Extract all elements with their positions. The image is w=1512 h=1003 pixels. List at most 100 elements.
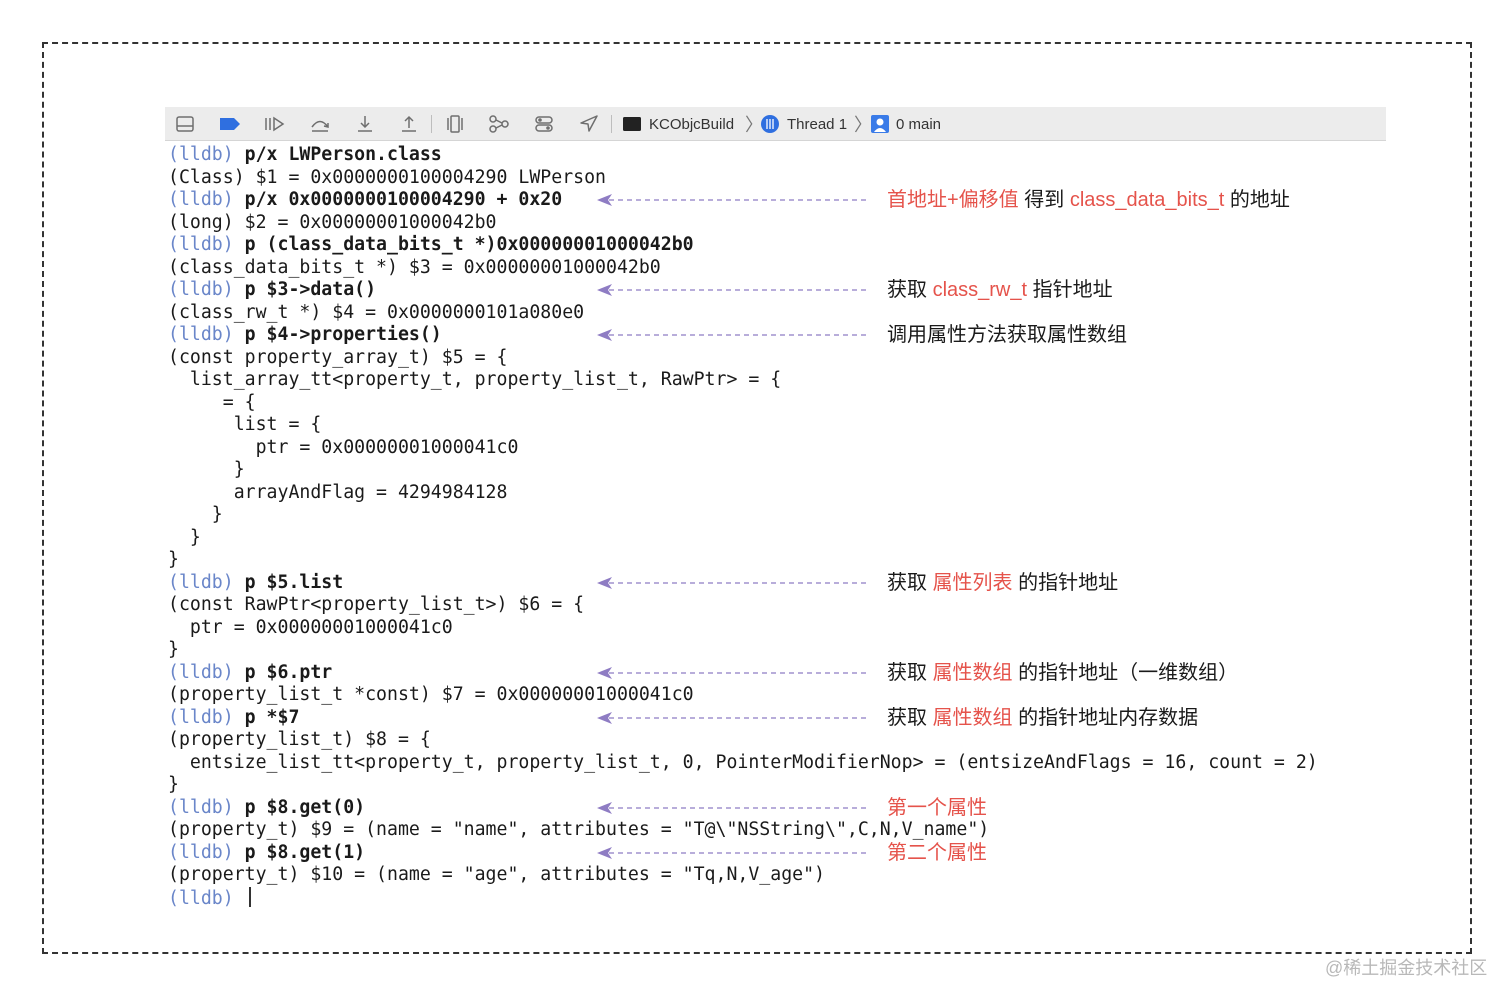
breadcrumb-frame[interactable]: 0 main (896, 107, 941, 141)
lldb-command: p $8.get(1) (244, 841, 366, 863)
annotation-highlight: class_rw_t (932, 279, 1028, 302)
annotation-highlight: 属性数组 (932, 706, 1013, 729)
lldb-output: (class_rw_t *) $4 = 0x0000000101a080e0 (168, 301, 585, 323)
lldb-prompt: (lldb) (168, 841, 234, 863)
lldb-output: ptr = 0x00000001000041c0 (168, 616, 453, 638)
hide-debug-area-icon[interactable] (174, 113, 196, 135)
annotation-arrow (597, 666, 869, 679)
annotation-arrow (597, 576, 869, 589)
lldb-output: (class_data_bits_t *) $3 = 0x00000001000… (168, 256, 661, 278)
lldb-output: (property_list_t *const) $7 = 0x00000001… (168, 684, 694, 705)
thread-icon (759, 113, 781, 135)
console-command-line: (lldb) p/x LWPerson.class (168, 144, 442, 166)
memory-graph-icon[interactable] (488, 113, 510, 135)
lldb-output: arrayAndFlag = 4294984128 (168, 481, 508, 503)
console-output-line: = { (168, 392, 256, 414)
console-output-line: (const RawPtr<property_list_t>) $6 = { (168, 594, 584, 616)
lldb-output: = { (168, 391, 256, 413)
console-command-line: (lldb) p $4->properties() (168, 324, 442, 346)
environment-overrides-icon[interactable] (533, 113, 555, 135)
console-command-line: (lldb) p *$7 (168, 707, 299, 729)
console-command-line: (lldb) p (class_data_bits_t *)0x00000001… (168, 234, 694, 256)
lldb-prompt: (lldb) (168, 234, 234, 255)
console-command-line: (lldb) p $5.list (168, 572, 343, 594)
annotation-highlight: 属性列表 (932, 571, 1013, 594)
annotation-text: 指针地址 (1027, 279, 1113, 302)
console-output-line: (Class) $1 = 0x0000000100004290 LWPerson (168, 167, 606, 189)
breakpoints-toggle-icon[interactable] (219, 113, 241, 135)
lldb-output: ptr = 0x00000001000041c0 (168, 436, 519, 458)
stack-frame-icon (869, 113, 891, 135)
lldb-output: (Class) $1 = 0x0000000100004290 LWPerson (168, 166, 606, 188)
text-cursor (248, 886, 251, 907)
console-output-line: } (168, 527, 201, 549)
console-output-line: (class_data_bits_t *) $3 = 0x00000001000… (168, 257, 661, 279)
console-output-line: } (168, 549, 179, 571)
lldb-output: (property_t) $10 = (name = "age", attrib… (168, 864, 825, 885)
breadcrumb-project[interactable]: KCObjcBuild (649, 107, 734, 141)
annotation-text: 的地址 (1224, 189, 1290, 212)
lldb-output: (property_t) $9 = (name = "name", attrib… (168, 819, 990, 840)
lldb-output: (long) $2 = 0x00000001000042b0 (168, 211, 497, 233)
watermark: @稀土掘金技术社区 (1325, 958, 1488, 978)
step-out-icon[interactable] (398, 113, 420, 135)
view-debugger-icon[interactable] (444, 113, 466, 135)
annotation-highlight: 首地址+偏移值 (887, 189, 1019, 212)
annotation-text: 获取 (887, 706, 933, 729)
annotation-note: 第一个属性 (887, 795, 987, 821)
lldb-output: } (168, 526, 201, 548)
annotation-arrow (597, 801, 869, 814)
lldb-prompt: (lldb) (168, 144, 234, 165)
toolbar-separator (431, 115, 432, 133)
annotation-note: 首地址+偏移值 得到 class_data_bits_t 的地址 (887, 187, 1290, 213)
console-output-line: } (168, 639, 179, 661)
lldb-output: entsize_list_tt<property_t, property_lis… (168, 751, 1318, 773)
annotation-highlight: 第二个属性 (887, 841, 987, 864)
lldb-output: list = { (168, 414, 322, 435)
annotation-note: 调用属性方法获取属性数组 (887, 322, 1127, 348)
lldb-output: (const RawPtr<property_list_t>) $6 = { (168, 594, 585, 615)
annotation-note: 获取 属性列表 的指针地址 (887, 570, 1118, 596)
continue-icon[interactable] (263, 113, 285, 135)
annotation-text: 得到 (1018, 189, 1070, 212)
console-output-line: ptr = 0x00000001000041c0 (168, 436, 519, 459)
lldb-output: (const property_array_t) $5 = { (168, 346, 508, 368)
annotation-arrow (597, 194, 869, 207)
lldb-command: p $5.list (244, 571, 344, 593)
console-output-line: (class_rw_t *) $4 = 0x0000000101a080e0 (168, 302, 584, 324)
annotation-highlight: class_data_bits_t (1069, 189, 1225, 212)
lldb-output: } (168, 459, 245, 480)
annotation-arrow (597, 284, 869, 297)
breadcrumb-thread[interactable]: Thread 1 (787, 107, 847, 141)
console-output-line: list = { (168, 414, 322, 436)
annotation-note: 获取 属性数组 的指针地址（一维数组） (887, 660, 1238, 686)
lldb-prompt: (lldb) (168, 887, 234, 909)
step-into-icon[interactable] (354, 113, 376, 135)
console-output-line: (const property_array_t) $5 = { (168, 347, 507, 369)
console-output-line: ptr = 0x00000001000041c0 (168, 617, 453, 639)
annotation-note: 获取 属性数组 的指针地址内存数据 (887, 705, 1198, 731)
lldb-command: p (class_data_bits_t *)0x00000001000042b… (244, 234, 694, 255)
console-output-line: (property_t) $9 = (name = "name", attrib… (168, 819, 989, 841)
console-output-line: (property_list_t *const) $7 = 0x00000001… (168, 684, 694, 706)
console-output-line: } (168, 774, 179, 796)
lldb-prompt: (lldb) (168, 661, 234, 683)
console-output-line: entsize_list_tt<property_t, property_lis… (168, 752, 1318, 774)
lldb-prompt: (lldb) (168, 324, 234, 345)
annotation-note: 获取 class_rw_t 指针地址 (887, 277, 1113, 303)
annotation-text: 获取 (887, 279, 933, 302)
lldb-output: } (168, 504, 223, 525)
annotation-arrow (597, 329, 869, 342)
simulate-location-icon[interactable] (578, 113, 600, 135)
toolbar-separator (611, 115, 612, 133)
step-over-icon[interactable] (309, 113, 331, 135)
lldb-command: p/x 0x0000000100004290 + 0x20 (244, 189, 563, 210)
lldb-prompt: (lldb) (168, 279, 234, 300)
console-output-line: } (168, 504, 223, 526)
lldb-prompt: (lldb) (168, 189, 234, 210)
lldb-command: p $3->data() (244, 279, 377, 300)
annotation-highlight: 属性数组 (932, 661, 1013, 684)
console-command-line: (lldb) p $6.ptr (168, 662, 332, 684)
lldb-command: p/x LWPerson.class (244, 144, 442, 165)
annotation-arrow (597, 846, 869, 859)
